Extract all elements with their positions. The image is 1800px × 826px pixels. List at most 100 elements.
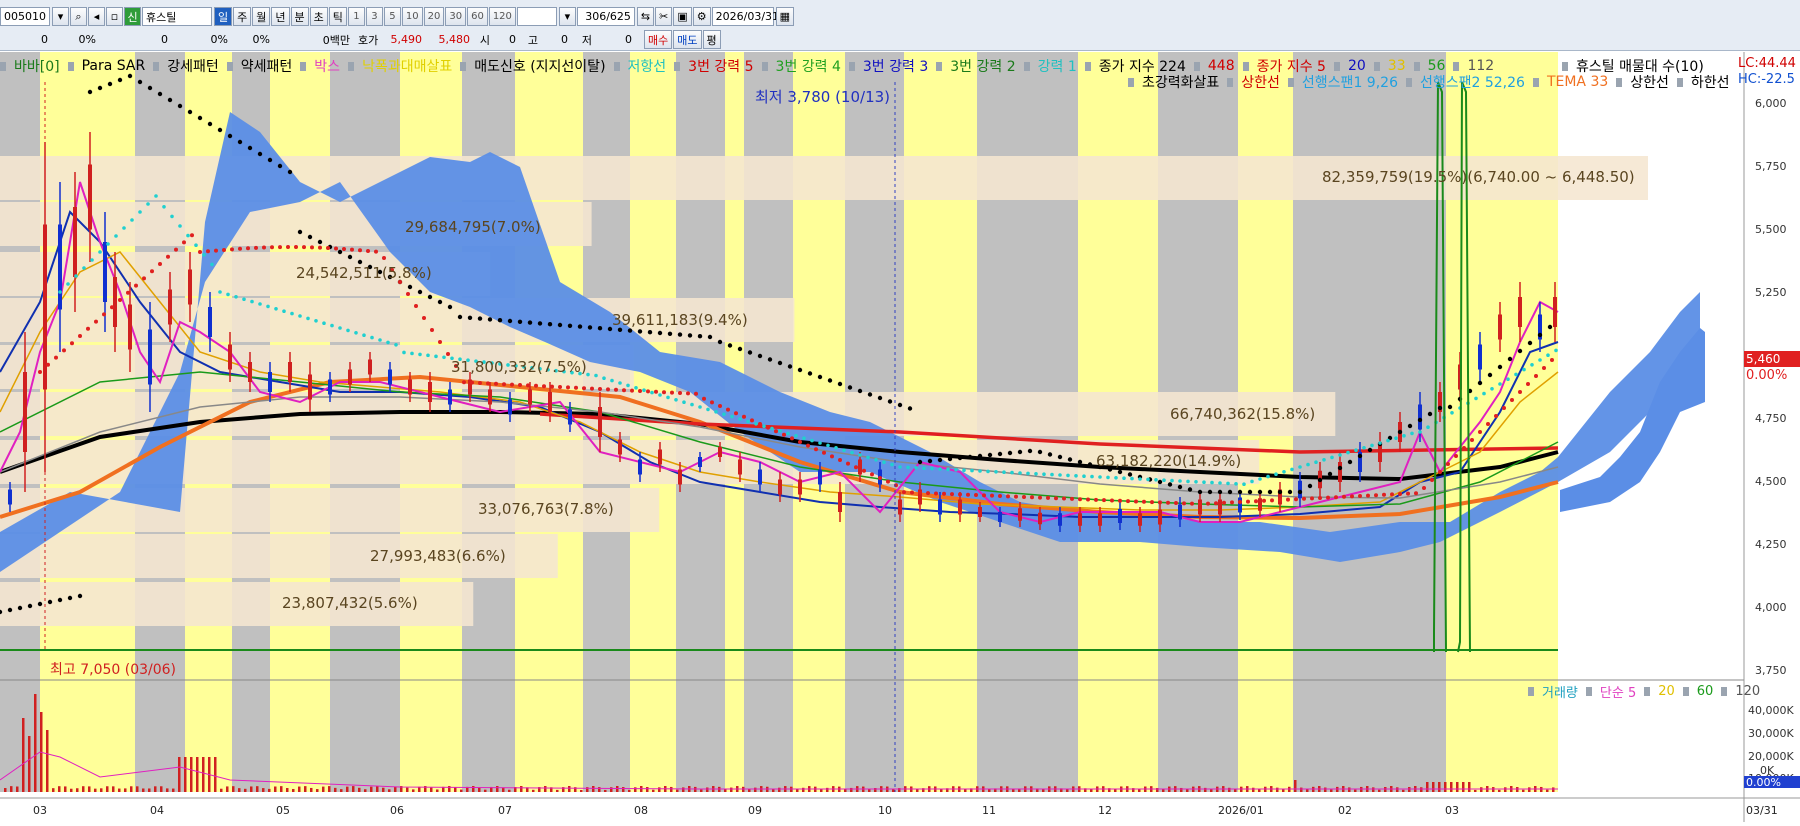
para-sar-dot [817,374,823,380]
data-count-field[interactable]: 306/625 [576,7,635,26]
legend1-item[interactable]: 3번 강력 4 [776,56,841,76]
volume-item[interactable]: 20 [1658,684,1675,699]
legend2-item[interactable]: 선행스팬2 52,26 [1420,72,1525,92]
period-year-button[interactable]: 년 [271,7,290,26]
legend1-item[interactable]: 강세패턴 [167,56,219,76]
legend1-item[interactable]: Para SAR [82,58,146,74]
para-sar-dot [1277,489,1283,495]
period-tick-button[interactable]: 틱 [328,7,347,26]
candle-body [308,374,312,400]
period-day-button[interactable]: 일 [214,7,233,26]
legend1-item[interactable]: 매도신호 (지지선이탈) [474,56,605,76]
legend2-item[interactable]: TEMA 33 [1547,74,1608,90]
para-sar-dot [447,304,453,310]
buy-button[interactable]: 매수 [644,30,673,49]
lock-button[interactable]: ▫ [106,7,123,26]
custom-minute-input[interactable] [516,7,557,26]
upper-band-dot [886,479,890,484]
calendar-button[interactable]: ▦ [775,7,795,26]
resistance-dot [130,218,134,222]
upper-band-dot [1022,494,1026,499]
minute-120-button[interactable]: 120 [488,7,516,26]
resistance-dot [394,343,398,347]
legend2-item[interactable]: 상한선 [1630,72,1669,92]
stock-code-input[interactable]: 005010 [0,7,50,26]
candle-body [1238,497,1242,513]
minute-10-button[interactable]: 10 [401,7,423,26]
save-button[interactable]: ▣ [673,7,692,26]
minute-30-button[interactable]: 30 [445,7,467,26]
zoom-button[interactable]: ⇆ [636,7,655,26]
resistance-dot [410,351,414,356]
volume-current-tag: 0.00% [1744,776,1800,789]
volume-item[interactable]: 120 [1735,684,1760,699]
volume-item[interactable]: 거래량 [1542,682,1578,701]
resistance-dot [978,469,982,473]
volume-bar [1300,787,1303,792]
legend1-item[interactable]: 저항선 [628,56,667,76]
sell-button[interactable]: 매도 [673,30,702,49]
legend1-item[interactable]: 박스 [314,56,340,76]
chevron-down-icon: ▾ [564,10,571,23]
resistance-dot [794,434,798,438]
minute-1-button[interactable]: 1 [347,7,365,26]
resistance-dot [274,307,278,311]
price-tick-label: 5,750 [1755,160,1787,173]
minute-5-button[interactable]: 5 [383,7,401,26]
upper-band-dot [958,492,962,497]
legend2-item[interactable]: 선행스팬1 9,26 [1302,72,1398,92]
resistance-dot [1210,480,1214,485]
average-button[interactable]: 평 [702,30,721,49]
volume-bar [28,736,31,792]
volume-bar [412,789,415,792]
volume-item[interactable]: 60 [1697,684,1714,699]
period-minute-button[interactable]: 분 [290,7,309,26]
volume-bar [94,788,97,792]
para-sar-dot [1267,489,1273,495]
settings-button[interactable]: ⚙ [692,7,711,26]
volume-bar [244,788,247,792]
para-sar-dot [1247,489,1253,495]
custom-minute-dropdown[interactable]: ▾ [558,7,576,26]
period-week-button[interactable]: 주 [233,7,252,26]
resistance-dot [378,338,382,342]
legend1-item[interactable]: 약세패턴 [241,56,293,76]
para-sar-dot [457,314,463,320]
upper-band-dot [710,400,714,405]
speaker-button[interactable]: ◂ [88,7,105,26]
resistance-dot [1410,431,1414,436]
resistance-dot [1394,436,1398,441]
legend1-item[interactable]: 낙폭과대매살표 [362,56,452,76]
period-second-button[interactable]: 초 [309,7,328,26]
volume-bar [772,789,775,792]
code-dropdown-button[interactable]: ▾ [52,7,69,26]
legend1-item[interactable]: 3번 강력 5 [688,56,753,76]
minute-20-button[interactable]: 20 [423,7,445,26]
minute-60-button[interactable]: 60 [467,7,488,26]
resistance-dot [986,469,990,474]
scissors-button[interactable]: ✂ [655,7,673,26]
resistance-dot [426,353,430,358]
minute-3-button[interactable]: 3 [365,7,383,26]
legend1-item[interactable]: 강력 1 [1038,56,1077,76]
search-button[interactable]: ⌕ [70,7,87,26]
legend1-item[interactable]: 3번 강력 3 [863,56,928,76]
upper-band-dot [86,326,90,331]
para-sar-dot [247,145,253,151]
stock-name-field[interactable]: 휴스틸 [142,7,212,26]
para-sar-dot [1517,348,1523,354]
legend1-item[interactable]: 3번 강력 2 [950,56,1015,76]
legend2-item[interactable]: 하한선 [1691,72,1730,92]
date-tick-label: 06 [390,804,404,817]
legend2-item[interactable]: 초강력화살표 [1142,72,1219,92]
volume-bar [1492,787,1495,792]
volume-bar [364,789,367,792]
quote-value-2: 0 [161,33,168,46]
legend2-item[interactable]: 상한선 [1241,72,1280,92]
date-field[interactable]: 2026/03/31 [711,7,779,26]
legend1-item[interactable]: 바바[0] [14,56,60,76]
period-month-button[interactable]: 월 [252,7,271,26]
volume-item[interactable]: 단순 5 [1600,682,1636,701]
price-tick-label: 4,250 [1755,538,1787,551]
para-sar-dot [117,77,123,83]
